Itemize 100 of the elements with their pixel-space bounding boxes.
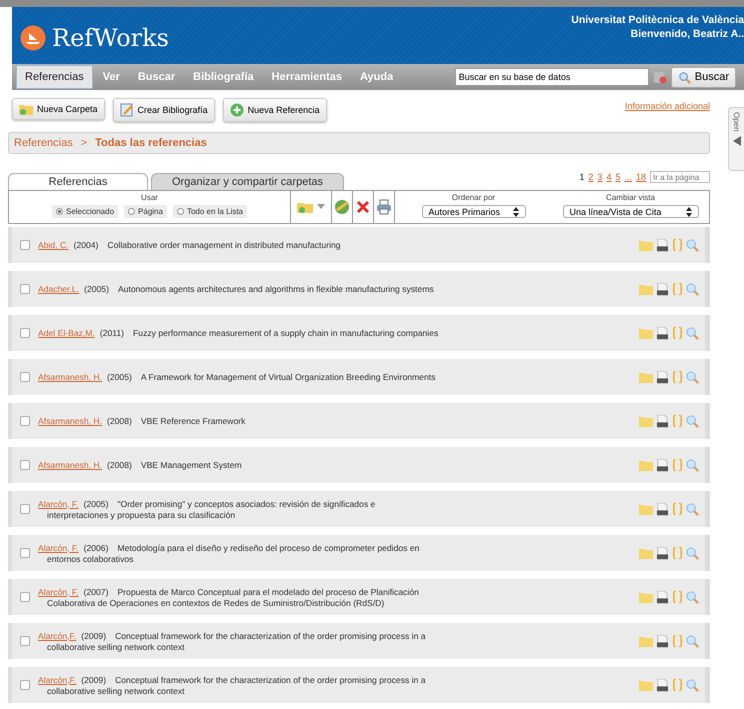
year-text: (2011)	[100, 328, 124, 338]
page-input[interactable]: Ir a la página	[650, 171, 710, 183]
magnifier-icon[interactable]	[686, 414, 699, 428]
author-link[interactable]: Afsarmanesh, H.	[38, 416, 102, 426]
checkbox[interactable]	[20, 504, 30, 514]
checkbox[interactable]	[20, 548, 30, 558]
side-tab[interactable]: Open	[728, 107, 744, 171]
checkbox[interactable]	[20, 372, 30, 382]
page-link[interactable]: 18	[636, 172, 646, 182]
radio-option[interactable]: Página	[124, 205, 167, 218]
checkbox[interactable]	[20, 680, 30, 690]
magnifier-icon[interactable]	[686, 370, 699, 384]
logo-icon	[20, 24, 46, 50]
menu-tab[interactable]: Ayuda	[352, 66, 402, 88]
checkbox[interactable]	[20, 416, 30, 426]
document-icon[interactable]	[656, 458, 669, 472]
reference-row[interactable]: Afsarmanesh, H. (2008) VBE Management System	[8, 447, 710, 483]
magnifier-icon[interactable]	[686, 546, 699, 560]
author-link[interactable]: Adel El-Baz,M.	[38, 328, 95, 338]
stepper-icon	[512, 206, 518, 216]
checkbox[interactable]	[20, 240, 30, 250]
page-link[interactable]: 3	[597, 172, 602, 182]
document-icon[interactable]	[656, 414, 669, 428]
toolbar-button[interactable]: Nueva Carpeta	[12, 98, 105, 120]
author-link[interactable]: Afsarmanesh, H.	[38, 372, 102, 382]
magnifier-icon[interactable]	[686, 634, 699, 648]
search-icon	[678, 70, 691, 84]
title-text: Propuesta de Marco Conceptual para el modelado del proceso de Planificación	[117, 586, 419, 596]
menu-tab[interactable]: Referencias	[16, 65, 93, 89]
page-link[interactable]: 2	[588, 172, 594, 182]
reference-row[interactable]: Alarcón, F. (2005) "Order promising" y conceptos asociados: revisión de significados e interpretaciones y propuesta para su clasificación	[8, 491, 710, 527]
reference-row[interactable]: Abid, C. (2004) Collaborative order management in distributed manufacturing	[8, 227, 710, 263]
reference-row[interactable]: Afsarmanesh, H. (2005) A Framework for Management of Virtual Organization Breeding Environments	[8, 359, 710, 395]
globe-icon[interactable]	[334, 199, 350, 215]
checkbox[interactable]	[20, 328, 30, 338]
author-link[interactable]: Abid, C.	[38, 240, 69, 250]
reference-row[interactable]: Adacher,L. (2005) Autonomous agents architectures and algorithms in flexible manufacturing systems	[8, 271, 710, 307]
reference-row[interactable]: Afsarmanesh, H. (2008) VBE Reference Framework	[8, 403, 710, 439]
magnifier-icon[interactable]	[686, 282, 699, 296]
author-link[interactable]: Afsarmanesh, H.	[38, 460, 102, 470]
page-link[interactable]: ...	[624, 172, 632, 182]
reference-row[interactable]: Alarcón,F. (2009) Conceptual framework for the characterization of the order promising process in a collaborative selling network context	[8, 623, 710, 659]
view-dropdown[interactable]: Una línea/Vista de Cita	[562, 205, 698, 218]
clear-icon[interactable]	[652, 70, 667, 84]
author-link[interactable]: Adacher,L.	[38, 284, 80, 294]
magnifier-icon[interactable]	[686, 678, 699, 692]
page-link[interactable]: 4	[606, 172, 612, 182]
document-icon[interactable]	[656, 546, 669, 560]
checkbox[interactable]	[20, 460, 30, 470]
folder-add-icon[interactable]	[297, 201, 313, 213]
title-text: Conceptual framework for the characterization of the order promising process in a	[115, 674, 426, 684]
checkbox[interactable]	[20, 636, 30, 646]
reference-row[interactable]: Alarcón, F. (2007) Propuesta de Marco Conceptual para el modelado del proceso de Planificación Colaborativa de Operaciones en contextos de Redes de Suministro/Distribución (RdS/D)	[8, 579, 710, 615]
dropdown-arrow-icon[interactable]	[317, 204, 325, 210]
welcome-text: Bienvenido, Beatriz A..	[630, 27, 744, 41]
page-link[interactable]: 5	[615, 172, 620, 182]
title-text: collaborative selling network context	[46, 642, 186, 652]
author-link[interactable]: Alarcón,F.	[38, 630, 76, 640]
title-text: Collaborative order management in distributed manufacturing	[107, 240, 341, 250]
document-icon[interactable]	[656, 634, 669, 648]
delete-icon[interactable]	[356, 200, 370, 214]
author-link[interactable]: Alarcón, F.	[38, 498, 79, 508]
checkbox[interactable]	[20, 284, 30, 294]
magnifier-icon[interactable]	[686, 458, 699, 472]
magnifier-icon[interactable]	[686, 590, 699, 604]
magnifier-icon[interactable]	[686, 326, 699, 340]
stepper-icon	[686, 206, 692, 216]
document-icon[interactable]	[656, 238, 669, 252]
toolbar-button[interactable]: Crear Bibliografía	[112, 98, 215, 122]
title-text: Metodología para el diseño y rediseño del proceso de comprometer pedidos en	[117, 542, 420, 552]
title-text: collaborative selling network context	[46, 686, 186, 696]
tab[interactable]: Referencias	[8, 173, 148, 190]
document-icon[interactable]	[656, 370, 669, 384]
document-icon[interactable]	[656, 590, 669, 604]
document-icon[interactable]	[656, 326, 669, 340]
author-link[interactable]: Alarcón, F.	[38, 586, 79, 596]
tab[interactable]: Organizar y compartir carpetas	[151, 173, 344, 190]
author-link[interactable]: Alarcón, F.	[38, 542, 79, 552]
magnifier-icon[interactable]	[686, 502, 699, 516]
breadcrumb-link[interactable]: Referencias	[14, 137, 73, 149]
search-button[interactable]: Buscar	[670, 66, 736, 88]
author-link[interactable]: Alarcón,F.	[38, 674, 76, 684]
print-icon[interactable]	[376, 199, 392, 215]
toolbar-button[interactable]: Nueva Referencia	[222, 98, 327, 122]
magnifier-icon[interactable]	[686, 238, 699, 252]
document-icon[interactable]	[656, 282, 669, 296]
reference-row[interactable]: Adel El-Baz,M. (2011) Fuzzy performance measurement of a supply chain in manufacturing companies	[8, 315, 710, 351]
reference-row[interactable]: Alarcón,F. (2009) Conceptual framework for the characterization of the order promising process in a collaborative selling network context	[8, 667, 710, 703]
search-field[interactable]: Buscar en su base de datos	[454, 68, 649, 86]
document-icon[interactable]	[656, 678, 669, 692]
sort-dropdown[interactable]: Autores Primarios	[422, 205, 526, 218]
radio-option[interactable]: Seleccionado	[52, 205, 118, 218]
title-text: Fuzzy performance measurement of a supply chain in manufacturing companies	[133, 328, 438, 338]
reference-row[interactable]: Alarcón, F. (2006) Metodología para el diseño y rediseño del proceso de comprometer pedidos en entornos colaborativos	[8, 535, 710, 571]
radio-option[interactable]: Todo en la Lista	[172, 205, 247, 218]
breadcrumb-current: Todas las referencias	[95, 137, 207, 149]
logo-text: RefWorks	[52, 24, 169, 52]
checkbox[interactable]	[20, 592, 30, 602]
info-link[interactable]: Información adicional	[624, 101, 710, 111]
document-icon[interactable]	[656, 502, 669, 516]
